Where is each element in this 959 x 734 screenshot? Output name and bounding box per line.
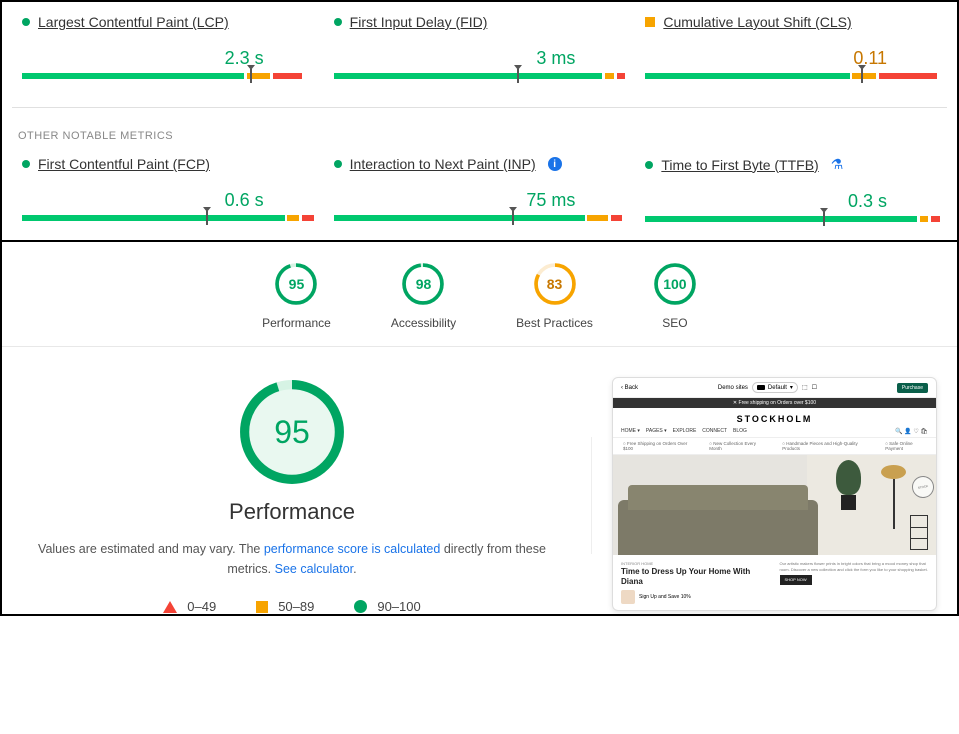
- status-dot-icon: [645, 161, 653, 169]
- distribution-bar: [645, 73, 937, 79]
- gauge-score: 95: [274, 262, 318, 306]
- marker-icon: [206, 211, 208, 225]
- metric-card: First Contentful Paint (FCP) 0.6 s: [12, 156, 324, 232]
- flask-icon: ⚗: [831, 156, 844, 173]
- legend-item: 0–49: [163, 599, 216, 614]
- gauge-score: 100: [653, 262, 697, 306]
- metric-value: 2.3 s: [22, 48, 314, 69]
- marker-icon: [517, 69, 519, 83]
- metric-value: 75 ms: [334, 190, 626, 211]
- metric-value: 0.3 s: [645, 191, 937, 212]
- category-gauge[interactable]: 98 Accessibility: [391, 262, 456, 330]
- performance-summary: 95 Performance Values are estimated and …: [22, 377, 582, 614]
- calc-link[interactable]: performance score is calculated: [264, 542, 440, 556]
- hero-title: Time to Dress Up Your Home With Diana: [621, 567, 770, 586]
- nav-item[interactable]: CONNECT: [702, 428, 727, 434]
- metric-card: Time to First Byte (TTFB) ⚗ 0.3 s: [635, 156, 947, 232]
- category-gauge[interactable]: 95 Performance: [262, 262, 331, 330]
- nav-item[interactable]: EXPLORE: [673, 428, 697, 434]
- metric-card: Interaction to Next Paint (INP) i 75 ms: [324, 156, 636, 232]
- nav-item[interactable]: HOME ▾: [621, 428, 640, 434]
- metric-title-link[interactable]: Largest Contentful Paint (LCP): [38, 14, 229, 30]
- metric-card: Cumulative Layout Shift (CLS) 0.11: [635, 14, 947, 89]
- nav-item[interactable]: PAGES ▾: [646, 428, 667, 434]
- nav-item[interactable]: BLOG: [733, 428, 747, 434]
- gauge-label: Accessibility: [391, 316, 456, 330]
- metric-value: 0.11: [645, 48, 937, 69]
- gauge-score: 83: [533, 262, 577, 306]
- status-dot-icon: [334, 160, 342, 168]
- web-vitals-panel: Largest Contentful Paint (LCP) 2.3 s First…: [2, 2, 957, 242]
- hero-image: [613, 455, 936, 555]
- square-icon: [256, 601, 268, 613]
- performance-score: 95: [237, 377, 347, 487]
- performance-gauge: 95: [237, 377, 347, 487]
- page-screenshot-preview: ‹ Back Demo sites Default ▾ ⬚☐ Purchase …: [612, 377, 937, 611]
- triangle-icon: [163, 601, 177, 613]
- status-dot-icon: [22, 18, 30, 26]
- distribution-bar: [22, 73, 314, 79]
- shop-now-button[interactable]: SHOP NOW: [780, 575, 812, 585]
- gauge-label: SEO: [653, 316, 697, 330]
- site-nav: HOME ▾PAGES ▾EXPLORECONNECTBLOG🔍 👤 ♡ 🛍: [613, 428, 936, 437]
- performance-description: Values are estimated and may vary. The p…: [22, 539, 562, 579]
- category-gauge[interactable]: 83 Best Practices: [516, 262, 593, 330]
- marker-icon: [861, 69, 863, 83]
- metric-title-link[interactable]: First Input Delay (FID): [350, 14, 488, 30]
- distribution-bar: [22, 215, 314, 221]
- status-square-icon: [645, 17, 655, 27]
- divider: [12, 107, 947, 108]
- back-link[interactable]: ‹ Back: [621, 385, 638, 391]
- metric-title-link[interactable]: Cumulative Layout Shift (CLS): [663, 14, 851, 30]
- gauge-label: Best Practices: [516, 316, 593, 330]
- status-dot-icon: [22, 160, 30, 168]
- marker-icon: [250, 69, 252, 83]
- marker-icon: [823, 212, 825, 226]
- category-gauge[interactable]: 100 SEO: [653, 262, 697, 330]
- purchase-button[interactable]: Purchase: [897, 383, 928, 393]
- metric-title-link[interactable]: Time to First Byte (TTFB): [661, 157, 818, 173]
- gauge-label: Performance: [262, 316, 331, 330]
- notable-label: OTHER NOTABLE METRICS: [18, 130, 947, 142]
- metric-value: 0.6 s: [22, 190, 314, 211]
- distribution-bar: [334, 215, 626, 221]
- calculator-link[interactable]: See calculator: [275, 562, 354, 576]
- lighthouse-panel: 95 Performance 98 Accessibility 83 Best Pra…: [2, 242, 957, 614]
- distribution-bar: [334, 73, 626, 79]
- site-logo: STOCKHOLM: [613, 414, 936, 424]
- legend-item: 90–100: [354, 599, 420, 614]
- metric-value: 3 ms: [334, 48, 626, 69]
- promo-bar: ✕ Free shipping on Orders over $100: [613, 398, 936, 408]
- info-icon[interactable]: i: [548, 157, 562, 171]
- metric-card: Largest Contentful Paint (LCP) 2.3 s: [12, 14, 324, 89]
- separator: [2, 346, 957, 347]
- circle-icon: [354, 600, 367, 613]
- gauge-score: 98: [401, 262, 445, 306]
- status-dot-icon: [334, 18, 342, 26]
- metric-card: First Input Delay (FID) 3 ms: [324, 14, 636, 89]
- metric-title-link[interactable]: Interaction to Next Paint (INP): [350, 156, 536, 172]
- marker-icon: [512, 211, 514, 225]
- legend-item: 50–89: [256, 599, 314, 614]
- metric-title-link[interactable]: First Contentful Paint (FCP): [38, 156, 210, 172]
- performance-title: Performance: [22, 499, 562, 525]
- distribution-bar: [645, 216, 937, 222]
- score-legend: 0–49 50–89 90–100: [22, 599, 562, 614]
